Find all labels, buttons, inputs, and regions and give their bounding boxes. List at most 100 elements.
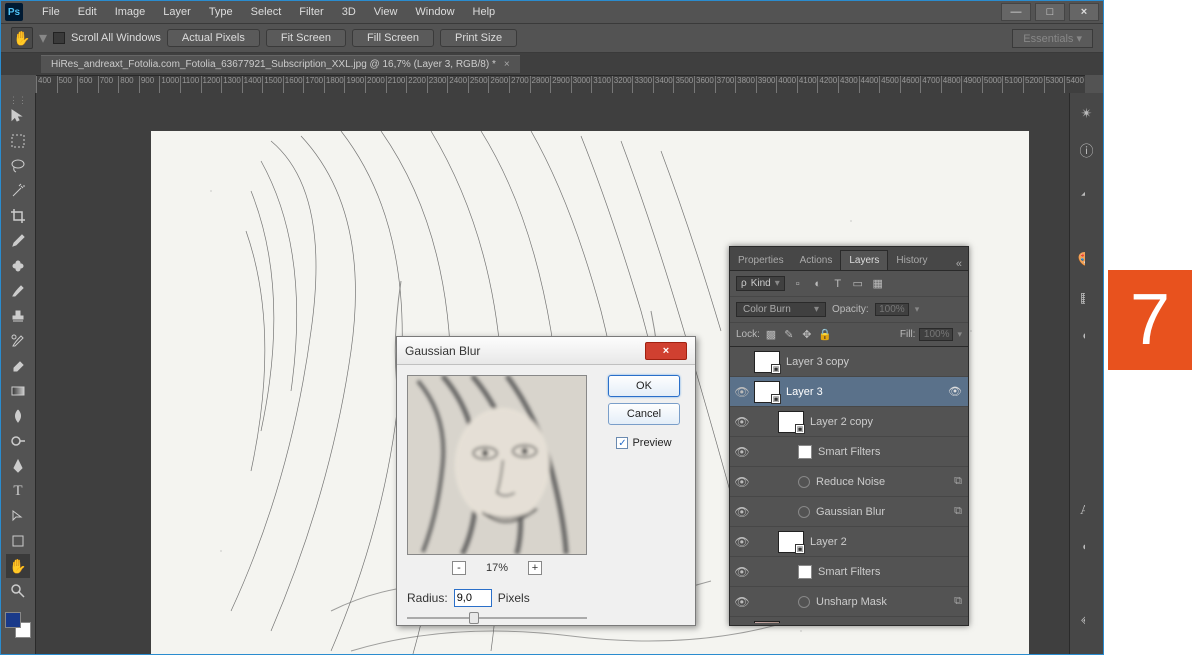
layer-thumbnail[interactable]: ▣: [778, 411, 804, 433]
wand-tool-icon[interactable]: [6, 179, 30, 203]
zoom-out-button[interactable]: -: [452, 561, 466, 575]
layer-name[interactable]: Smart Filters: [818, 446, 962, 458]
menu-edit[interactable]: Edit: [69, 3, 106, 21]
filter-kind-select[interactable]: ρ Kind ▾: [736, 276, 785, 291]
layers-panel[interactable]: PropertiesActionsLayersHistory« ρ Kind ▾…: [729, 246, 969, 626]
zoom-in-button[interactable]: +: [528, 561, 542, 575]
radius-input[interactable]: [454, 589, 492, 607]
radius-slider[interactable]: [407, 611, 587, 625]
lasso-tool-icon[interactable]: [6, 154, 30, 178]
lock-pixels-icon[interactable]: ✎: [782, 328, 796, 342]
histogram-icon[interactable]: ✴: [1077, 103, 1097, 123]
close-tab-icon[interactable]: ×: [504, 59, 510, 70]
visibility-toggle-icon[interactable]: 👁: [730, 505, 754, 519]
blend-mode-select[interactable]: Color Burn▾: [736, 302, 826, 317]
menu-view[interactable]: View: [365, 3, 407, 21]
menu-image[interactable]: Image: [106, 3, 155, 21]
hand-tool[interactable]: ✋: [6, 554, 30, 578]
dialog-preview[interactable]: [407, 375, 587, 555]
layer-row[interactable]: 👁 Unsharp Mask⧉: [730, 587, 968, 617]
visibility-toggle-icon[interactable]: 👁: [730, 415, 754, 429]
eraser-tool-icon[interactable]: [6, 354, 30, 378]
layer-row[interactable]: 👁Reduce Noise⧉: [730, 467, 968, 497]
dialog-close-button[interactable]: ×: [645, 342, 687, 360]
preview-checkbox[interactable]: ✓: [616, 437, 628, 449]
layer-thumbnail[interactable]: ▣: [778, 531, 804, 553]
layer-row[interactable]: 👁 ▣ Layer 2 copy: [730, 407, 968, 437]
maximize-button[interactable]: □: [1035, 3, 1065, 21]
layer-row[interactable]: 👁 Smart Filters: [730, 437, 968, 467]
fill-field[interactable]: 100%: [919, 328, 953, 341]
layer-row[interactable]: 👁Layer 1: [730, 617, 968, 623]
history-brush-tool-icon[interactable]: [6, 329, 30, 353]
filter-shape-icon[interactable]: ▭: [851, 277, 865, 291]
lock-transparency-icon[interactable]: ▩: [764, 328, 778, 342]
filter-edit-icon[interactable]: ⧉: [954, 595, 962, 608]
gradient-tool-icon[interactable]: [6, 379, 30, 403]
zoom-tool-icon[interactable]: [6, 579, 30, 603]
brush-tool-icon[interactable]: [6, 279, 30, 303]
foreground-color-swatch[interactable]: [5, 612, 21, 628]
info-icon[interactable]: ⓘ: [1077, 141, 1097, 161]
layer-row[interactable]: ▣ Layer 3 copy: [730, 347, 968, 377]
blur-tool-icon[interactable]: [6, 404, 30, 428]
marquee-tool-icon[interactable]: [6, 129, 30, 153]
menu-select[interactable]: Select: [242, 3, 291, 21]
layer-name[interactable]: Layer 2 copy: [810, 416, 962, 428]
fill-screen-button[interactable]: Fill Screen: [352, 29, 434, 47]
close-button[interactable]: ×: [1069, 3, 1099, 21]
color-swatches[interactable]: [5, 612, 31, 638]
panel-tab-history[interactable]: History: [888, 251, 935, 270]
pen-tool-icon[interactable]: [6, 454, 30, 478]
menu-help[interactable]: Help: [464, 3, 505, 21]
workspace-selector[interactable]: Essentials ▾: [1012, 29, 1093, 48]
layer-thumbnail[interactable]: [754, 621, 780, 624]
layer-name[interactable]: Layer 3: [786, 386, 948, 398]
menu-layer[interactable]: Layer: [154, 3, 200, 21]
preview-checkbox-row[interactable]: ✓ Preview: [616, 437, 671, 449]
filter-edit-icon[interactable]: ⧉: [954, 475, 962, 488]
layer-name[interactable]: Unsharp Mask: [816, 596, 954, 608]
layer-thumbnail[interactable]: ▣: [754, 351, 780, 373]
filter-adjust-icon[interactable]: ◐: [811, 277, 825, 291]
layer-row[interactable]: 👁Gaussian Blur⧉: [730, 497, 968, 527]
heal-tool-icon[interactable]: [6, 254, 30, 278]
visibility-toggle-icon[interactable]: 👁: [730, 385, 754, 399]
layer-row[interactable]: 👁▣Layer 3👁: [730, 377, 968, 407]
print-size-button[interactable]: Print Size: [440, 29, 517, 47]
filter-pixel-icon[interactable]: ▫: [791, 277, 805, 291]
panel-tab-layers[interactable]: Layers: [840, 250, 888, 270]
menu-window[interactable]: Window: [406, 3, 463, 21]
path-select-tool-icon[interactable]: [6, 504, 30, 528]
eyedropper-tool-icon[interactable]: [6, 229, 30, 253]
toolbar-grip-icon[interactable]: ⋮⋮: [9, 95, 27, 103]
panel-close-icon[interactable]: «: [950, 258, 968, 270]
dialog-titlebar[interactable]: Gaussian Blur ×: [397, 337, 695, 365]
panel-tab-properties[interactable]: Properties: [730, 251, 792, 270]
menu-file[interactable]: File: [33, 3, 69, 21]
minimize-button[interactable]: —: [1001, 3, 1031, 21]
type-tool-icon[interactable]: T: [6, 479, 30, 503]
filter-smart-icon[interactable]: ▦: [871, 277, 885, 291]
layer-name[interactable]: Layer 2: [810, 536, 962, 548]
crop-tool-icon[interactable]: [6, 204, 30, 228]
visibility-icon[interactable]: 👁: [948, 385, 962, 398]
lock-position-icon[interactable]: ✥: [800, 328, 814, 342]
visibility-toggle-icon[interactable]: 👁: [730, 445, 754, 459]
lock-all-icon[interactable]: 🔒: [818, 328, 832, 342]
document-tab[interactable]: HiRes_andreaxt_Fotolia.com_Fotolia_63677…: [41, 55, 520, 73]
visibility-toggle-icon[interactable]: 👁: [730, 475, 754, 489]
menu-3d[interactable]: 3D: [333, 3, 365, 21]
dodge-tool-icon[interactable]: [6, 429, 30, 453]
visibility-toggle-icon[interactable]: 👁: [730, 565, 754, 579]
visibility-toggle-icon[interactable]: 👁: [730, 535, 754, 549]
layer-name[interactable]: Smart Filters: [818, 566, 962, 578]
gaussian-blur-dialog[interactable]: Gaussian Blur ×: [396, 336, 696, 626]
filter-type-icon[interactable]: T: [831, 277, 845, 291]
layer-thumbnail[interactable]: ▣: [754, 381, 780, 403]
stamp-tool-icon[interactable]: [6, 304, 30, 328]
hand-tool-icon[interactable]: ✋: [11, 27, 33, 49]
scroll-all-windows-checkbox[interactable]: [53, 32, 65, 44]
visibility-toggle-icon[interactable]: 👁: [730, 595, 754, 609]
layer-name[interactable]: Layer 3 copy: [786, 356, 962, 368]
